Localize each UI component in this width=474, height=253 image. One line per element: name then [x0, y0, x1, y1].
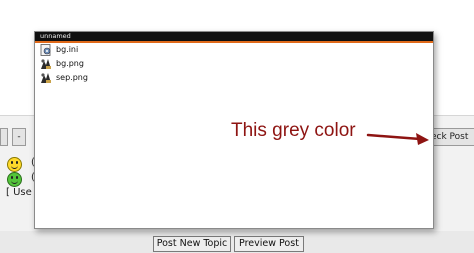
dialog-title[interactable]: unnamed: [35, 32, 433, 43]
file-name: bg.png: [56, 59, 84, 68]
toolbar-button-minus[interactable]: -: [12, 128, 26, 146]
annotation-arrow-icon: [366, 133, 429, 145]
toolbar-button-a[interactable]: [0, 128, 8, 146]
preview-post-button[interactable]: Preview Post: [234, 236, 304, 252]
check-post-button[interactable]: eck Post: [428, 128, 474, 146]
sick-emoticon-icon[interactable]: [7, 172, 22, 187]
image-file-icon: [41, 59, 51, 69]
use-hint-text: [ Use: [6, 187, 32, 198]
image-file-icon: [41, 73, 51, 83]
smile-emoticon-icon[interactable]: [7, 157, 22, 172]
post-new-topic-button[interactable]: Post New Topic: [153, 236, 231, 252]
settings-file-icon: [40, 44, 51, 56]
file-name: sep.png: [56, 73, 88, 82]
file-name: bg.ini: [56, 45, 79, 54]
annotation-text: This grey color: [231, 120, 356, 141]
